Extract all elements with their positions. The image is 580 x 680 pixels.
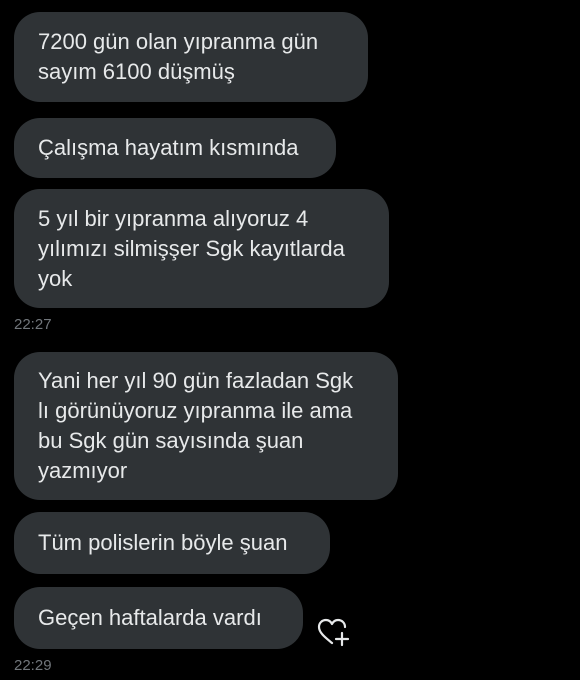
message-timestamp: 22:27 <box>14 316 52 333</box>
message-bubble[interactable]: Yani her yıl 90 gün fazladan Sgk lı görü… <box>14 352 398 500</box>
message-timestamp: 22:29 <box>14 657 52 674</box>
message-bubble[interactable]: 5 yıl bir yıpranma alıyoruz 4 yılımızı s… <box>14 189 389 308</box>
heart-plus-icon <box>317 618 350 647</box>
message-bubble[interactable]: Geçen haftalarda vardı <box>14 587 303 649</box>
message-bubble[interactable]: Tüm polislerin böyle şuan <box>14 512 330 574</box>
add-reaction-button[interactable] <box>316 617 350 647</box>
message-bubble[interactable]: 7200 gün olan yıpranma gün sayım 6100 dü… <box>14 12 368 102</box>
message-bubble[interactable]: Çalışma hayatım kısmında <box>14 118 336 178</box>
